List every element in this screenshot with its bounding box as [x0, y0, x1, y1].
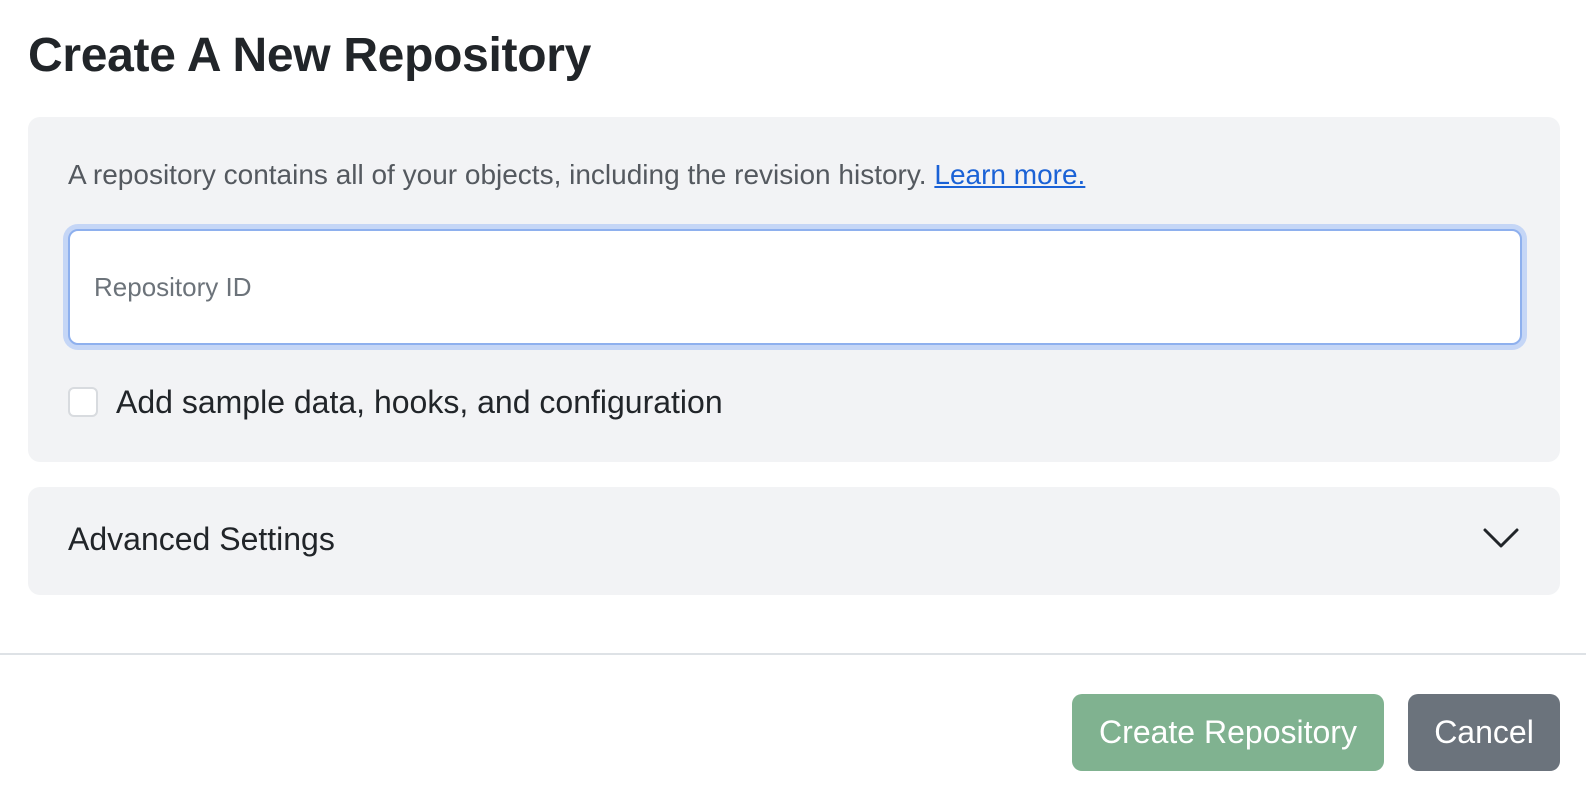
create-repository-dialog: Create A New Repository A repository con… [0, 0, 1586, 796]
create-repository-button[interactable]: Create Repository [1072, 694, 1384, 771]
footer-divider [0, 653, 1586, 655]
advanced-settings-toggle[interactable]: Advanced Settings [28, 487, 1560, 595]
chevron-down-icon [1483, 528, 1519, 548]
learn-more-link[interactable]: Learn more. [934, 159, 1085, 190]
advanced-settings-label: Advanced Settings [68, 521, 335, 557]
sample-data-checkbox[interactable] [68, 387, 98, 417]
intro-text: A repository contains all of your object… [68, 157, 1085, 193]
repository-form-panel: A repository contains all of your object… [28, 117, 1560, 462]
sample-data-option[interactable]: Add sample data, hooks, and configuratio… [68, 382, 723, 422]
intro-description: A repository contains all of your object… [68, 159, 927, 190]
sample-data-label: Add sample data, hooks, and configuratio… [116, 384, 723, 420]
dialog-title: Create A New Repository [28, 29, 592, 82]
cancel-button[interactable]: Cancel [1408, 694, 1560, 771]
repository-id-input[interactable] [68, 229, 1522, 345]
